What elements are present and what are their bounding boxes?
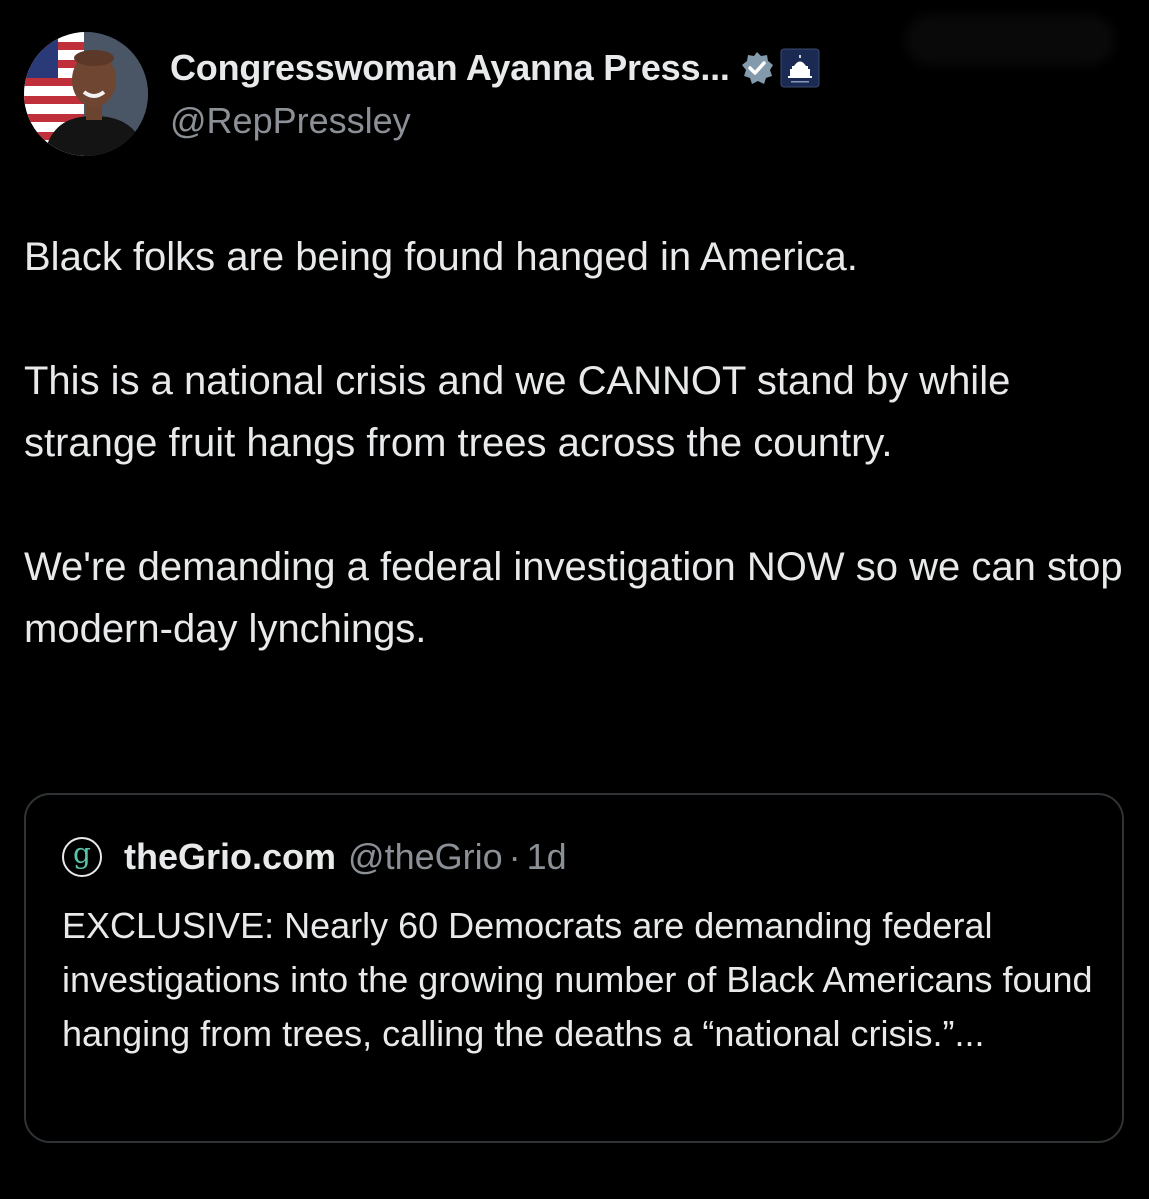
thegrio-logo-letter: g: [73, 837, 91, 870]
separator-dot: ·: [508, 836, 521, 877]
thegrio-logo-icon[interactable]: g: [62, 837, 102, 877]
tweet-body: Black folks are being found hanged in Am…: [24, 226, 1134, 660]
quoted-tweet-text: EXCLUSIVE: Nearly 60 Democrats are deman…: [62, 905, 1093, 1054]
verified-badge-icon[interactable]: [740, 51, 774, 85]
avatar[interactable]: [24, 32, 148, 156]
quoted-display-name[interactable]: theGrio.com: [124, 836, 336, 878]
obscured-region: [912, 22, 1108, 58]
quoted-handle[interactable]: @theGrio: [348, 836, 503, 878]
tweet-paragraph-2: This is a national crisis and we CANNOT …: [24, 359, 1011, 465]
name-row: Congresswoman Ayanna Press...: [170, 46, 820, 90]
quoted-tweet-header: g theGrio.com @theGrio · 1d: [62, 835, 567, 879]
author-display-name[interactable]: Congresswoman Ayanna Press...: [170, 47, 730, 89]
capitol-building-icon[interactable]: [780, 48, 820, 88]
quoted-tweet-card[interactable]: g theGrio.com @theGrio · 1d EXCLUSIVE: N…: [24, 793, 1124, 1143]
tweet: Congresswoman Ayanna Press... @RepPressl…: [0, 0, 1149, 1199]
tweet-paragraph-1: Black folks are being found hanged in Am…: [24, 235, 858, 279]
quoted-timestamp[interactable]: 1d: [527, 836, 567, 878]
author-handle[interactable]: @RepPressley: [170, 100, 411, 142]
avatar-image: [24, 32, 148, 156]
tweet-paragraph-3: We're demanding a federal investigation …: [24, 545, 1123, 651]
